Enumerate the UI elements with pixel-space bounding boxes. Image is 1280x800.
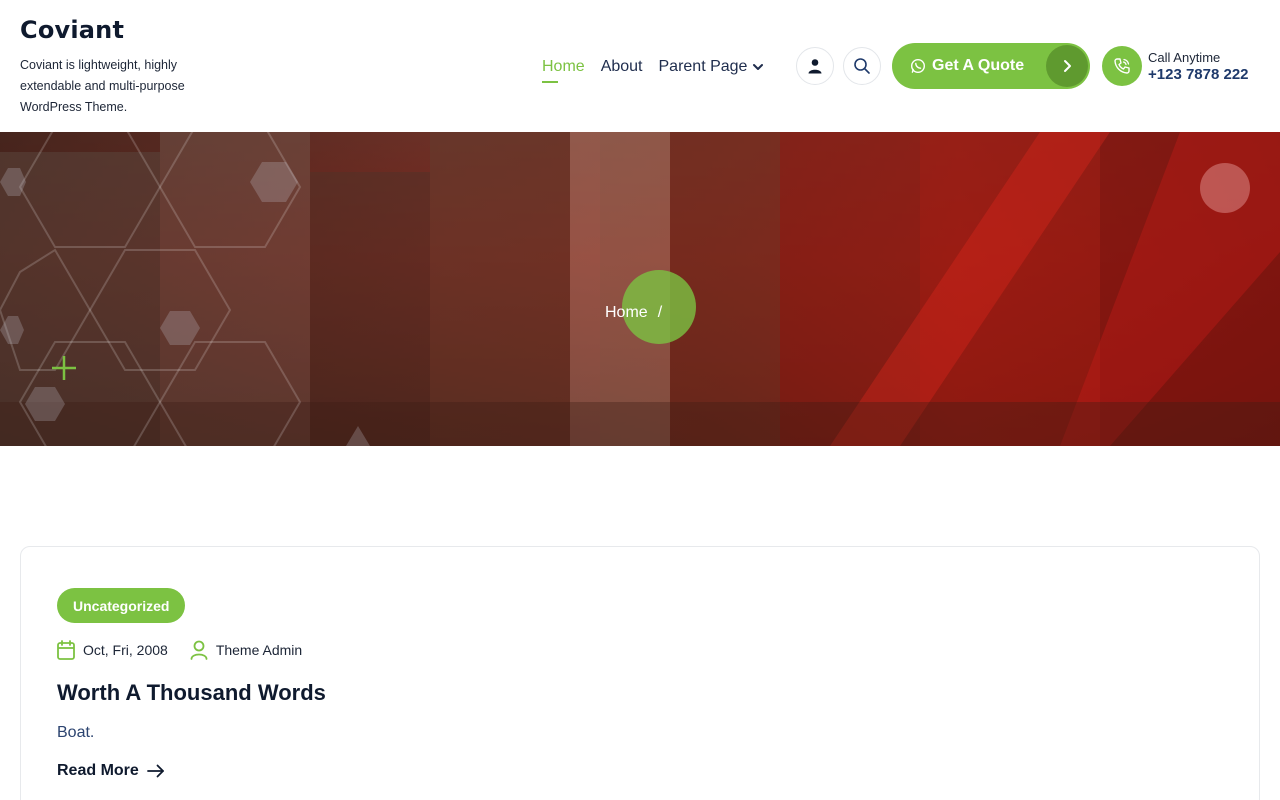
search-icon [854,58,870,74]
main-nav: Home About Parent Page [542,52,780,83]
post-excerpt: Boat. [57,724,95,741]
calendar-icon [57,640,75,660]
page-banner: Home / [0,132,1280,446]
user-button[interactable] [796,47,834,85]
phone-icon-wrap [1102,46,1142,86]
nav-item-parent-page[interactable]: Parent Page [659,58,765,76]
post-card: Uncategorized Oct, Fri, 2008 Theme Admin… [20,546,1260,800]
decorative-circle [1200,163,1250,213]
post-date[interactable]: Oct, Fri, 2008 [57,640,168,660]
breadcrumb-home[interactable]: Home [605,304,648,322]
breadcrumb: Home / [605,304,662,322]
nav-item-parent-page-label: Parent Page [658,58,748,75]
nav-item-home[interactable]: Home [542,58,585,83]
post-title[interactable]: Worth A Thousand Words [57,680,326,706]
site-tagline: Coviant is lightweight, highly extendabl… [20,58,185,114]
post-date-text: Oct, Fri, 2008 [83,642,168,658]
read-more-label: Read More [57,762,139,779]
site-title[interactable]: Coviant [20,16,240,44]
arrow-right-icon [146,764,164,778]
phone-icon [1114,58,1130,74]
search-button[interactable] [843,47,881,85]
brand: Coviant Coviant is lightweight, highly e… [20,16,240,118]
call-label: Call Anytime [1148,49,1221,65]
category-badge[interactable]: Uncategorized [57,588,186,623]
post-author-text: Theme Admin [215,642,303,658]
chevron-down-icon [753,64,764,70]
read-more-link[interactable]: Read More [57,762,165,780]
post-meta: Oct, Fri, 2008 Theme Admin [57,640,324,660]
whatsapp-icon [910,58,926,74]
get-a-quote-label: Get A Quote [932,57,1025,74]
plus-icon [52,356,76,380]
chevron-right-icon [1064,60,1071,72]
breadcrumb-separator: / [657,304,663,321]
call-number[interactable]: +123 7878 222 [1148,66,1249,83]
get-a-quote-button[interactable]: Get A Quote [892,43,1090,89]
quote-arrow [1046,45,1088,87]
nav-item-about[interactable]: About [601,58,643,76]
author-icon [190,640,208,660]
call-anytime[interactable]: Call Anytime +123 7878 222 [1102,46,1249,86]
site-header: Coviant Coviant is lightweight, highly e… [0,0,1280,132]
user-icon [808,59,822,74]
post-author[interactable]: Theme Admin [190,640,302,660]
call-text: Call Anytime +123 7878 222 [1148,50,1249,83]
